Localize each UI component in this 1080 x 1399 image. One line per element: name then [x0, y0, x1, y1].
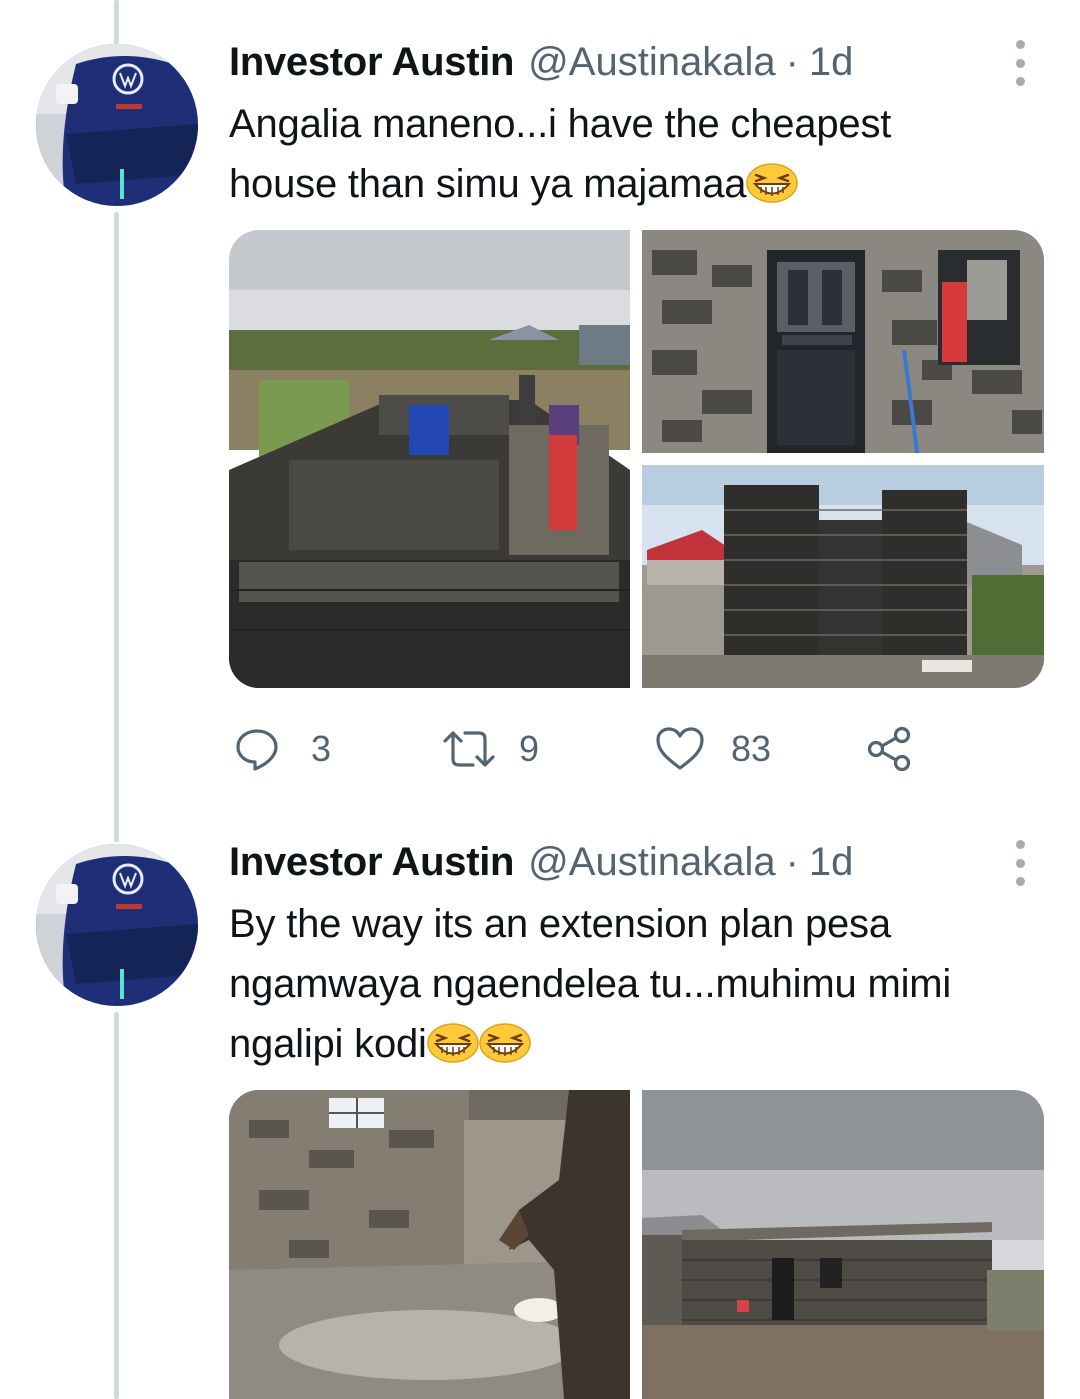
avatar-car-image — [36, 844, 198, 1006]
grinning-squinting-face-emoji — [427, 1023, 479, 1063]
photo-block-wall[interactable] — [642, 465, 1044, 688]
grinning-squinting-face-emoji — [746, 163, 799, 203]
retweet-count: 9 — [519, 728, 540, 769]
avatar-car-image — [36, 44, 198, 206]
tweet-text-line-with-emoji: ngalipi kodi — [229, 1014, 1059, 1074]
tweet-media-grid — [229, 1090, 1044, 1399]
tweet-text: By the way its an extension plan pesa ng… — [229, 894, 1059, 1074]
share-button[interactable] — [865, 725, 915, 773]
tweet-action-bar: 3 9 83 — [229, 725, 949, 773]
like-count: 83 — [731, 728, 772, 769]
tweet-text-line: ngalipi kodi — [229, 1022, 427, 1066]
avatar[interactable] — [36, 44, 198, 206]
tweet-text-line-with-emoji: house than simu ya majamaa — [229, 154, 1059, 214]
tweet-2[interactable]: Investor Austin @Austinakala · 1d By the… — [0, 800, 1080, 1399]
timestamp[interactable]: 1d — [809, 40, 854, 85]
timestamp[interactable]: 1d — [809, 840, 854, 885]
photo-interior-floor[interactable] — [229, 1090, 630, 1399]
twitter-thread: Investor Austin @Austinakala · 1d Angali… — [0, 0, 1080, 1399]
tweet-text-line: Angalia maneno...i have the cheapest — [229, 102, 892, 146]
photo-image — [642, 230, 1044, 453]
tweet-text-line: ngamwaya ngaendelea tu...muhimu mimi — [229, 962, 952, 1006]
photo-image — [642, 1090, 1044, 1399]
reply-icon — [236, 729, 278, 771]
tweet-media-grid — [229, 230, 1044, 688]
photo-door-window[interactable] — [642, 230, 1044, 453]
tweet-text-line: house than simu ya majamaa — [229, 162, 747, 206]
photo-image — [642, 465, 1044, 688]
photo-image — [229, 1090, 630, 1399]
retweet-button[interactable]: 9 — [439, 725, 539, 773]
reply-count: 3 — [311, 728, 332, 769]
separator-dot: · — [785, 40, 799, 84]
photo-house-exterior[interactable] — [642, 1090, 1044, 1399]
like-button[interactable]: 83 — [655, 725, 771, 773]
display-name[interactable]: Investor Austin — [229, 40, 514, 85]
tweet-header: Investor Austin @Austinakala · 1d — [229, 840, 853, 890]
display-name[interactable]: Investor Austin — [229, 840, 514, 885]
user-handle[interactable]: @Austinakala — [528, 840, 775, 885]
heart-icon — [656, 727, 704, 770]
tweet-text-line: By the way its an extension plan pesa — [229, 902, 891, 946]
photo-image — [229, 230, 630, 688]
share-icon — [867, 726, 911, 772]
reply-button[interactable]: 3 — [233, 725, 331, 773]
more-vertical-icon[interactable] — [1008, 840, 1032, 886]
retweet-icon — [443, 731, 495, 767]
photo-foundation-walls[interactable] — [229, 230, 630, 688]
grinning-squinting-face-emoji — [479, 1023, 531, 1063]
more-vertical-icon[interactable] — [1008, 40, 1032, 86]
tweet-text: Angalia maneno...i have the cheapest hou… — [229, 94, 1059, 214]
user-handle[interactable]: @Austinakala — [528, 40, 775, 85]
separator-dot: · — [785, 840, 799, 884]
avatar[interactable] — [36, 844, 198, 1006]
tweet-header: Investor Austin @Austinakala · 1d — [229, 40, 853, 90]
tweet-1[interactable]: Investor Austin @Austinakala · 1d Angali… — [0, 0, 1080, 800]
